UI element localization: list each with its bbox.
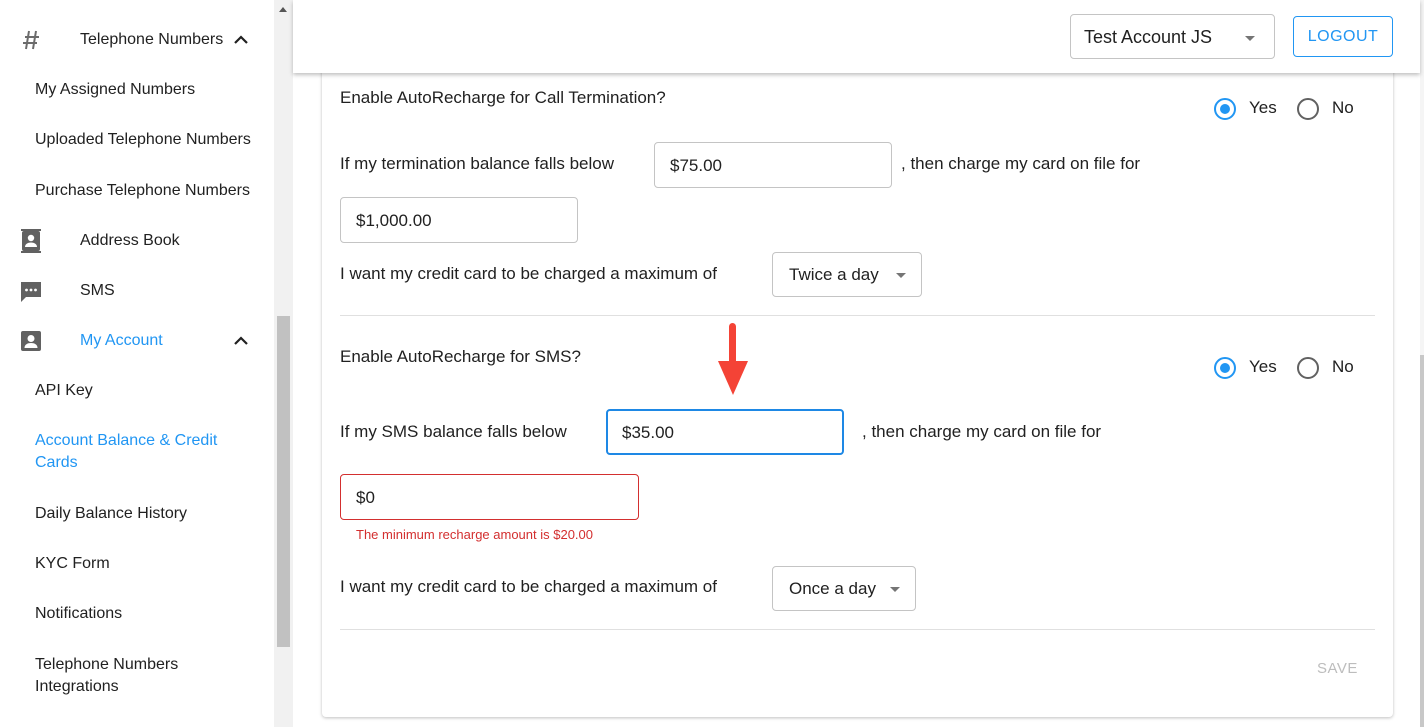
scrollbar-thumb[interactable] — [277, 316, 290, 647]
sidebar-item-daily-balance-history[interactable]: Daily Balance History — [35, 503, 187, 525]
sidebar-item-label: Telephone Numbers — [80, 31, 224, 48]
sidebar-item-notifications[interactable]: Notifications — [35, 603, 122, 625]
termination-no-radio[interactable] — [1297, 98, 1319, 120]
save-button[interactable]: SAVE — [1317, 660, 1358, 677]
scrollbar-thumb[interactable] — [1420, 355, 1424, 727]
sms-max-text: I want my credit card to be charged a ma… — [340, 577, 717, 596]
logout-button[interactable]: LOGOUT — [1293, 16, 1393, 57]
sidebar-scrollbar[interactable] — [274, 0, 293, 727]
sidebar-item-purchase-telephone-numbers[interactable]: Purchase Telephone Numbers — [35, 180, 250, 202]
sms-frequency-select[interactable]: Once a day — [772, 566, 916, 611]
select-value: Once a day — [789, 579, 876, 598]
sms-charge-amount-input[interactable]: $0 — [340, 474, 639, 520]
sidebar-item-my-assigned-numbers[interactable]: My Assigned Numbers — [35, 79, 195, 101]
dropdown-arrow-icon — [1245, 36, 1255, 41]
sidebar-item-telephone-numbers[interactable]: Telephone Numbers — [0, 29, 274, 51]
termination-no-label[interactable]: No — [1332, 98, 1354, 118]
sidebar-item-uploaded-telephone-numbers[interactable]: Uploaded Telephone Numbers — [35, 129, 251, 151]
dropdown-arrow-icon — [890, 587, 900, 592]
sms-falls-below-text: If my SMS balance falls below — [340, 422, 567, 441]
scroll-up-arrow-icon[interactable] — [279, 7, 287, 12]
sms-no-radio[interactable] — [1297, 357, 1319, 379]
page-scrollbar[interactable] — [1420, 0, 1424, 727]
sidebar-item-api-key[interactable]: API Key — [35, 380, 93, 402]
sms-then-charge-text: , then charge my card on file for — [862, 422, 1102, 441]
annotation-arrow-icon — [718, 323, 748, 395]
sms-yes-radio[interactable] — [1214, 357, 1236, 379]
divider — [340, 315, 1375, 316]
termination-frequency-select[interactable]: Twice a day — [772, 252, 922, 297]
account-box-icon — [18, 328, 44, 354]
sidebar-item-my-account[interactable]: My Account — [0, 330, 274, 352]
sms-no-label[interactable]: No — [1332, 357, 1354, 377]
termination-threshold-input[interactable]: $75.00 — [654, 142, 892, 188]
contacts-icon — [18, 228, 44, 254]
termination-question: Enable AutoRecharge for Call Termination… — [340, 88, 666, 107]
sidebar: Telephone Numbers My Assigned Numbers Up… — [0, 0, 274, 727]
select-value: Twice a day — [789, 265, 879, 284]
dropdown-arrow-icon — [896, 273, 906, 278]
sidebar-item-address-book[interactable]: Address Book — [0, 228, 274, 254]
account-select-value: Test Account JS — [1084, 27, 1213, 47]
sidebar-item-label: Address Book — [80, 232, 180, 249]
sms-charge-error-text: The minimum recharge amount is $20.00 — [356, 527, 594, 542]
termination-yes-radio[interactable] — [1214, 98, 1236, 120]
sidebar-item-label: My Account — [80, 332, 163, 349]
account-select[interactable]: Test Account JS — [1070, 14, 1275, 59]
sidebar-item-sms[interactable]: SMS — [0, 280, 274, 302]
sidebar-item-label: SMS — [80, 282, 115, 299]
sms-threshold-input[interactable]: $35.00 — [606, 409, 844, 455]
chat-icon — [18, 279, 44, 305]
divider — [340, 629, 1375, 630]
sidebar-item-kyc-form[interactable]: KYC Form — [35, 553, 110, 575]
chevron-up-icon[interactable] — [232, 332, 250, 350]
hash-icon — [18, 27, 44, 53]
app-bar: Test Account JS LOGOUT — [293, 0, 1420, 73]
termination-then-charge-text: , then charge my card on file for — [901, 154, 1141, 173]
termination-yes-label[interactable]: Yes — [1249, 98, 1277, 118]
chevron-up-icon[interactable] — [232, 31, 250, 49]
termination-charge-amount-input[interactable]: $1,000.00 — [340, 197, 578, 243]
sidebar-item-account-balance[interactable]: Account Balance & Credit Cards — [35, 430, 235, 474]
sidebar-item-telephone-numbers-integrations[interactable]: Telephone Numbers Integrations — [35, 654, 205, 698]
sms-question: Enable AutoRecharge for SMS? — [340, 347, 581, 366]
termination-falls-below-text: If my termination balance falls below — [340, 154, 615, 173]
sms-yes-label[interactable]: Yes — [1249, 357, 1277, 377]
termination-max-text: I want my credit card to be charged a ma… — [340, 264, 717, 283]
